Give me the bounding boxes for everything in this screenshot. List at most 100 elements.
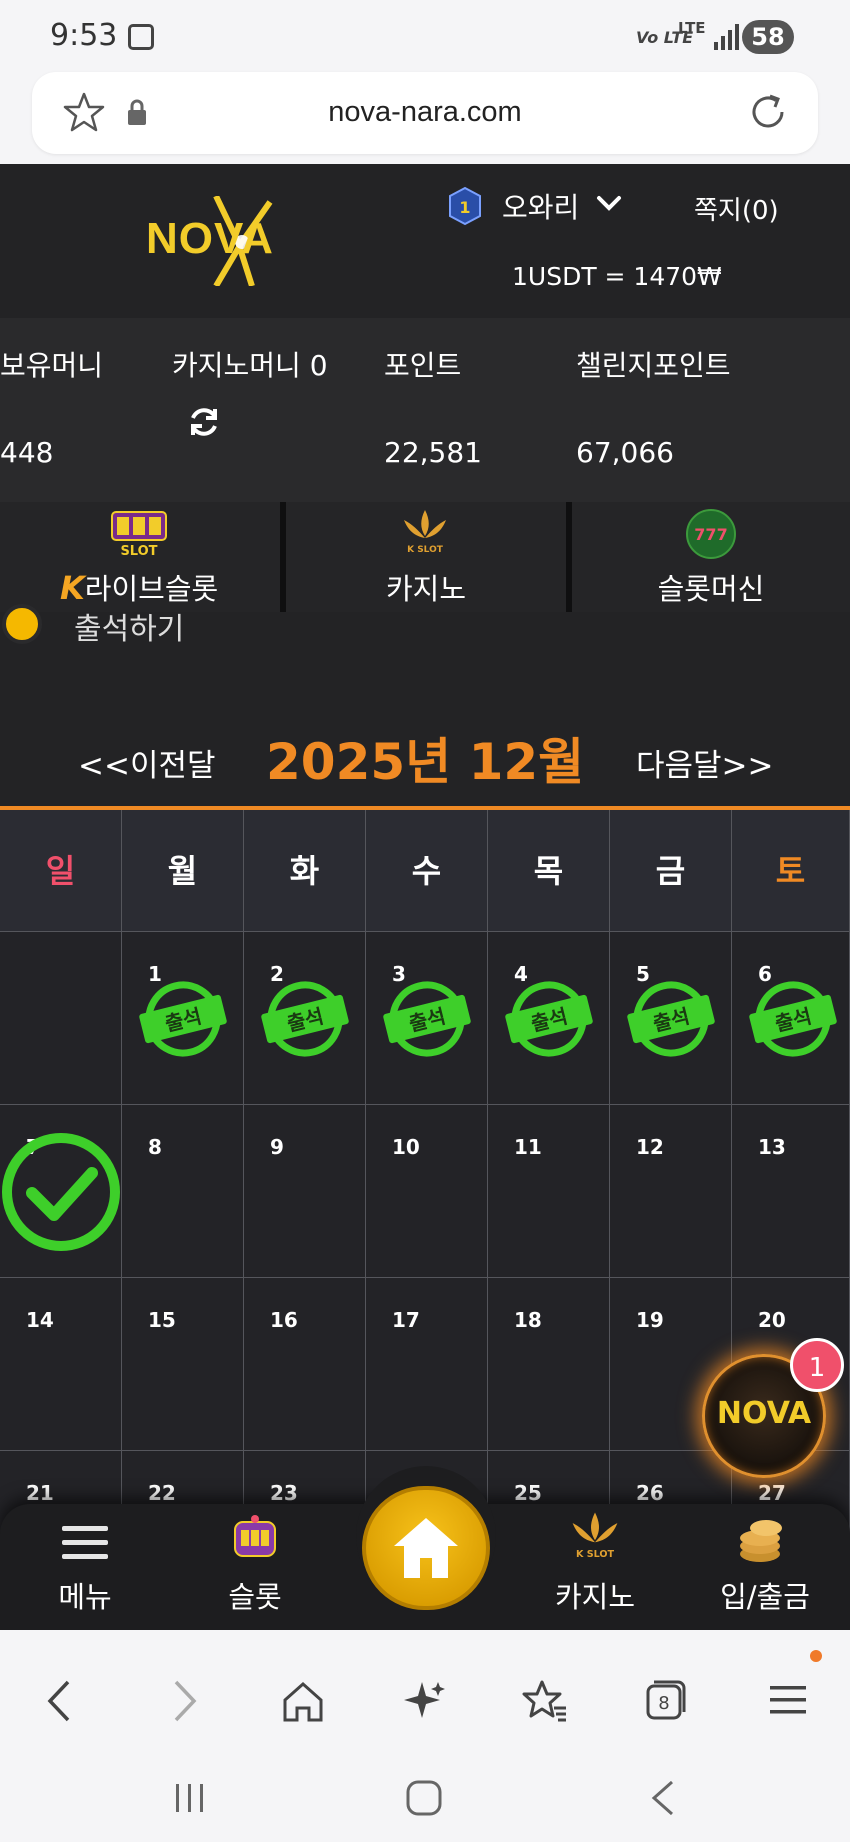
status-bar: 9:53 Vo LTE LTE 58: [0, 0, 850, 72]
point-value: 22,581: [384, 436, 482, 469]
day-number: 25: [514, 1481, 542, 1505]
calendar-day-cell[interactable]: [0, 1278, 122, 1451]
tab-live-slot-text: 라이브슬롯: [84, 572, 219, 606]
calendar-day-cell[interactable]: [366, 1105, 488, 1278]
777-icon-text: 777: [694, 525, 727, 544]
status-time: 9:53: [50, 18, 118, 53]
point-label: 포인트: [384, 349, 462, 382]
day-number: 27: [758, 1481, 786, 1505]
nav-slot-label[interactable]: 슬롯: [200, 1574, 310, 1616]
casino-money-label: 카지노머니 0: [172, 349, 328, 382]
calendar-day-cell[interactable]: [244, 1278, 366, 1451]
day-number: 16: [270, 1308, 298, 1332]
system-back-icon[interactable]: [648, 1778, 678, 1818]
refresh-icon[interactable]: [186, 404, 222, 440]
lte-label: LTE: [678, 19, 706, 37]
floating-nova-text: NOVA: [716, 1396, 812, 1431]
day-number: 20: [758, 1308, 786, 1332]
live-slot-icon: SLOT: [111, 511, 167, 559]
day-number: 13: [758, 1135, 786, 1159]
home-button[interactable]: [362, 1486, 490, 1610]
calendar-day-cell[interactable]: [122, 1278, 244, 1451]
calendar-day-cell[interactable]: [244, 1105, 366, 1278]
calendar-day-cell[interactable]: [610, 1105, 732, 1278]
weekday-header: 목: [488, 810, 610, 932]
day-number: 9: [270, 1135, 284, 1159]
reload-icon[interactable]: [744, 88, 792, 136]
day-number: 11: [514, 1135, 542, 1159]
weekday-header: 일: [0, 810, 122, 932]
recents-icon[interactable]: [170, 1778, 210, 1818]
browser-toolbar: 8: [0, 1630, 850, 1842]
site-header: [0, 164, 850, 318]
address-bar[interactable]: nova-nara.com: [32, 72, 818, 154]
day-number: 22: [148, 1481, 176, 1505]
calendar-day-cell[interactable]: [732, 1105, 850, 1278]
attendance-stamp-icon: 출석: [261, 981, 349, 1057]
prev-month-button[interactable]: <<이전달: [78, 740, 216, 785]
calendar-day-cell[interactable]: [366, 1278, 488, 1451]
menu-icon[interactable]: [60, 1522, 110, 1564]
calendar-day-cell[interactable]: [488, 1105, 610, 1278]
notification-badge: 1: [790, 1338, 844, 1392]
attendance-stamp-icon: 출석: [627, 981, 715, 1057]
attendance-radio[interactable]: [2, 604, 42, 644]
url-text[interactable]: nova-nara.com: [32, 96, 818, 129]
weekday-header: 토: [732, 810, 850, 932]
777-slots-icon: 777: [686, 509, 736, 559]
owned-money-label: 보유머니: [0, 349, 104, 382]
day-number: 19: [636, 1308, 664, 1332]
nav-casino-label[interactable]: 카지노: [540, 1574, 650, 1616]
home-icon: [394, 1518, 458, 1578]
coins-icon[interactable]: [736, 1510, 792, 1566]
calendar-day-cell[interactable]: [122, 1105, 244, 1278]
day-number: 21: [26, 1481, 54, 1505]
chevron-down-icon[interactable]: [596, 192, 622, 214]
attendance-label[interactable]: 출석하기: [74, 604, 184, 648]
day-number: 10: [392, 1135, 420, 1159]
notification-dot: [810, 1650, 822, 1662]
k-slot-icon-text: K SLOT: [407, 545, 444, 555]
calendar-day-cell[interactable]: [488, 1278, 610, 1451]
browser-menu-icon[interactable]: [768, 1680, 808, 1720]
day-number: 23: [270, 1481, 298, 1505]
live-slot-icon-text: SLOT: [120, 544, 157, 559]
system-home-icon[interactable]: [404, 1778, 444, 1818]
nova-logo[interactable]: NOVA: [146, 196, 318, 286]
calendar-day-cell: [0, 932, 122, 1105]
attendance-stamp-icon: 출석: [383, 981, 471, 1057]
sparkle-icon[interactable]: [402, 1678, 448, 1724]
tabs-icon[interactable]: 8: [644, 1678, 688, 1722]
tab-casino-label: 카지노: [385, 572, 467, 606]
attendance-stamp-icon: 출석: [749, 981, 837, 1057]
forward-icon[interactable]: [170, 1678, 200, 1724]
bookmarks-icon[interactable]: [522, 1678, 568, 1724]
messages-link[interactable]: 쪽지(0): [694, 190, 779, 227]
challenge-point-label: 챌린지포인트: [576, 349, 731, 382]
screenshot-icon: [128, 24, 154, 50]
logo-text: NOVA: [146, 214, 274, 263]
nav-menu-label[interactable]: 메뉴: [30, 1574, 140, 1616]
k-logo-icon: K: [60, 569, 85, 607]
tab-live-slot-label: K라이브슬롯: [60, 566, 240, 608]
username[interactable]: 오와리: [502, 186, 579, 226]
slot-icon[interactable]: [230, 1512, 280, 1564]
owned-money-value: 448: [0, 436, 54, 469]
next-month-button[interactable]: 다음달>>: [636, 740, 774, 785]
battery-indicator: 58: [742, 20, 794, 54]
day-number: 15: [148, 1308, 176, 1332]
attendance-stamp-icon: 출석: [505, 981, 593, 1057]
level-number: 1: [459, 198, 470, 217]
attendance-stamp-icon: 출석: [139, 981, 227, 1057]
k-slot-nav-icon-text: K SLOT: [576, 1549, 615, 1560]
k-slot-nav-icon[interactable]: K SLOT: [562, 1510, 628, 1566]
weekday-header: 화: [244, 810, 366, 932]
day-number: 12: [636, 1135, 664, 1159]
nav-deposit-label[interactable]: 입/출금: [700, 1574, 830, 1616]
home-browser-icon[interactable]: [280, 1678, 326, 1724]
weekday-header: 금: [610, 810, 732, 932]
check-circle-icon: [2, 1133, 120, 1251]
day-number: 26: [636, 1481, 664, 1505]
back-icon[interactable]: [44, 1678, 74, 1724]
day-number: 18: [514, 1308, 542, 1332]
